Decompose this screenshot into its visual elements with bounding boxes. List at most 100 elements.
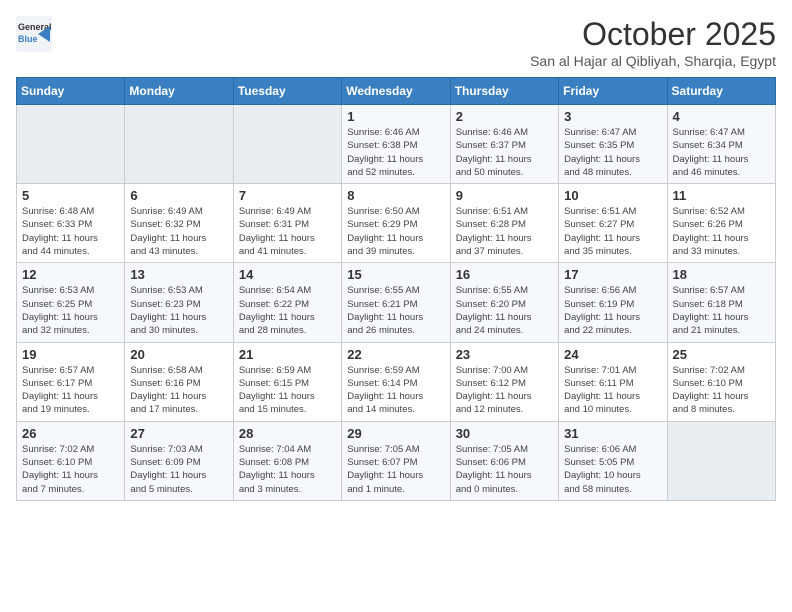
weekday-header-row: SundayMondayTuesdayWednesdayThursdayFrid… — [17, 78, 776, 105]
weekday-header-tuesday: Tuesday — [233, 78, 341, 105]
day-cell: 23Sunrise: 7:00 AM Sunset: 6:12 PM Dayli… — [450, 342, 558, 421]
day-number: 23 — [456, 347, 553, 362]
day-info: Sunrise: 6:49 AM Sunset: 6:31 PM Dayligh… — [239, 205, 336, 258]
day-cell: 29 Sunrise: 7:05 AM Sunset: 6:07 PM Dayli… — [342, 421, 450, 500]
day-number: 19 — [22, 347, 119, 362]
day-info: Sunrise: 6:59 AM Sunset: 6:15 PM Dayligh… — [239, 364, 336, 417]
day-cell: 26 Sunrise: 7:02 AM Sunset: 6:10 PM Dayli… — [17, 421, 125, 500]
week-row-5: 26 Sunrise: 7:02 AM Sunset: 6:10 PM Dayli… — [17, 421, 776, 500]
day-number: 4 — [673, 109, 770, 124]
day-cell: 21 Sunrise: 6:59 AM Sunset: 6:15 PM Dayli… — [233, 342, 341, 421]
day-number: 18 — [673, 267, 770, 282]
day-number: 12 — [22, 267, 119, 282]
week-row-3: 12 Sunrise: 6:53 AM Sunset: 6:25 PM Dayli… — [17, 263, 776, 342]
day-number: 15 — [347, 267, 444, 282]
day-cell: 3 Sunrise: 6:47 AM Sunset: 6:35 PM Daylig… — [559, 105, 667, 184]
weekday-header-thursday: Thursday — [450, 78, 558, 105]
day-cell: 16 Sunrise: 6:55 AM Sunset: 6:20 PM Dayli… — [450, 263, 558, 342]
day-info: Sunrise: 6:55 AM Sunset: 6:20 PM Dayligh… — [456, 284, 553, 337]
day-info: Sunrise: 6:50 AM Sunset: 6:29 PM Dayligh… — [347, 205, 444, 258]
logo-icon: General Blue — [16, 16, 52, 52]
day-cell: 25 Sunrise: 7:02 AM Sunset: 6:10 PM Dayli… — [667, 342, 775, 421]
day-number: 1 — [347, 109, 444, 124]
day-cell: 18Sunrise: 6:57 AM Sunset: 6:18 PM Dayli… — [667, 263, 775, 342]
day-number: 16 — [456, 267, 553, 282]
month-title: October 2025 — [530, 16, 776, 53]
weekday-header-saturday: Saturday — [667, 78, 775, 105]
day-cell — [233, 105, 341, 184]
day-cell: 22 Sunrise: 6:59 AM Sunset: 6:14 PM Dayli… — [342, 342, 450, 421]
day-number: 29 — [347, 426, 444, 441]
weekday-header-wednesday: Wednesday — [342, 78, 450, 105]
header: General Blue October 2025 San al Hajar a… — [16, 16, 776, 69]
day-info: Sunrise: 6:53 AM Sunset: 6:23 PM Dayligh… — [130, 284, 227, 337]
day-info: Sunrise: 6:56 AM Sunset: 6:19 PM Dayligh… — [564, 284, 661, 337]
day-number: 31 — [564, 426, 661, 441]
day-info: Sunrise: 7:05 AM Sunset: 6:06 PM Dayligh… — [456, 443, 553, 496]
day-info: Sunrise: 7:04 AM Sunset: 6:08 PM Dayligh… — [239, 443, 336, 496]
day-info: Sunrise: 6:46 AM Sunset: 6:38 PM Dayligh… — [347, 126, 444, 179]
day-cell: 31 Sunrise: 6:06 AM Sunset: 5:05 PM Dayli… — [559, 421, 667, 500]
day-number: 30 — [456, 426, 553, 441]
day-number: 13 — [130, 267, 227, 282]
day-cell — [125, 105, 233, 184]
week-row-2: 5Sunrise: 6:48 AM Sunset: 6:33 PM Daylig… — [17, 184, 776, 263]
day-cell: 8 Sunrise: 6:50 AM Sunset: 6:29 PM Daylig… — [342, 184, 450, 263]
day-info: Sunrise: 7:02 AM Sunset: 6:10 PM Dayligh… — [22, 443, 119, 496]
day-info: Sunrise: 6:51 AM Sunset: 6:28 PM Dayligh… — [456, 205, 553, 258]
day-number: 17 — [564, 267, 661, 282]
day-number: 3 — [564, 109, 661, 124]
day-info: Sunrise: 6:52 AM Sunset: 6:26 PM Dayligh… — [673, 205, 770, 258]
day-number: 22 — [347, 347, 444, 362]
day-cell — [667, 421, 775, 500]
day-number: 7 — [239, 188, 336, 203]
day-cell: 11Sunrise: 6:52 AM Sunset: 6:26 PM Dayli… — [667, 184, 775, 263]
day-number: 6 — [130, 188, 227, 203]
day-cell: 4Sunrise: 6:47 AM Sunset: 6:34 PM Daylig… — [667, 105, 775, 184]
day-number: 25 — [673, 347, 770, 362]
calendar-table: SundayMondayTuesdayWednesdayThursdayFrid… — [16, 77, 776, 501]
day-info: Sunrise: 6:47 AM Sunset: 6:35 PM Dayligh… — [564, 126, 661, 179]
day-cell: 27Sunrise: 7:03 AM Sunset: 6:09 PM Dayli… — [125, 421, 233, 500]
day-info: Sunrise: 6:06 AM Sunset: 5:05 PM Dayligh… — [564, 443, 661, 496]
day-number: 2 — [456, 109, 553, 124]
day-info: Sunrise: 6:57 AM Sunset: 6:17 PM Dayligh… — [22, 364, 119, 417]
day-cell: 19 Sunrise: 6:57 AM Sunset: 6:17 PM Dayli… — [17, 342, 125, 421]
logo: General Blue — [16, 16, 52, 52]
day-cell: 15 Sunrise: 6:55 AM Sunset: 6:21 PM Dayli… — [342, 263, 450, 342]
day-info: Sunrise: 6:49 AM Sunset: 6:32 PM Dayligh… — [130, 205, 227, 258]
day-info: Sunrise: 6:48 AM Sunset: 6:33 PM Dayligh… — [22, 205, 119, 258]
day-cell — [17, 105, 125, 184]
day-info: Sunrise: 7:02 AM Sunset: 6:10 PM Dayligh… — [673, 364, 770, 417]
day-cell: 13 Sunrise: 6:53 AM Sunset: 6:23 PM Dayli… — [125, 263, 233, 342]
day-cell: 6 Sunrise: 6:49 AM Sunset: 6:32 PM Daylig… — [125, 184, 233, 263]
day-cell: 20 Sunrise: 6:58 AM Sunset: 6:16 PM Dayli… — [125, 342, 233, 421]
day-cell: 12 Sunrise: 6:53 AM Sunset: 6:25 PM Dayli… — [17, 263, 125, 342]
day-number: 28 — [239, 426, 336, 441]
day-cell: 10Sunrise: 6:51 AM Sunset: 6:27 PM Dayli… — [559, 184, 667, 263]
day-number: 21 — [239, 347, 336, 362]
day-info: Sunrise: 6:59 AM Sunset: 6:14 PM Dayligh… — [347, 364, 444, 417]
day-number: 8 — [347, 188, 444, 203]
day-info: Sunrise: 6:54 AM Sunset: 6:22 PM Dayligh… — [239, 284, 336, 337]
day-cell: 30 Sunrise: 7:05 AM Sunset: 6:06 PM Dayli… — [450, 421, 558, 500]
weekday-header-sunday: Sunday — [17, 78, 125, 105]
day-number: 20 — [130, 347, 227, 362]
day-number: 26 — [22, 426, 119, 441]
day-number: 27 — [130, 426, 227, 441]
day-cell: 24Sunrise: 7:01 AM Sunset: 6:11 PM Dayli… — [559, 342, 667, 421]
weekday-header-monday: Monday — [125, 78, 233, 105]
day-number: 9 — [456, 188, 553, 203]
day-info: Sunrise: 6:53 AM Sunset: 6:25 PM Dayligh… — [22, 284, 119, 337]
day-cell: 7 Sunrise: 6:49 AM Sunset: 6:31 PM Daylig… — [233, 184, 341, 263]
day-info: Sunrise: 6:46 AM Sunset: 6:37 PM Dayligh… — [456, 126, 553, 179]
day-info: Sunrise: 7:05 AM Sunset: 6:07 PM Dayligh… — [347, 443, 444, 496]
day-cell: 9 Sunrise: 6:51 AM Sunset: 6:28 PM Daylig… — [450, 184, 558, 263]
day-number: 10 — [564, 188, 661, 203]
day-cell: 17 Sunrise: 6:56 AM Sunset: 6:19 PM Dayli… — [559, 263, 667, 342]
day-info: Sunrise: 6:55 AM Sunset: 6:21 PM Dayligh… — [347, 284, 444, 337]
day-number: 24 — [564, 347, 661, 362]
day-info: Sunrise: 6:58 AM Sunset: 6:16 PM Dayligh… — [130, 364, 227, 417]
day-cell: 28 Sunrise: 7:04 AM Sunset: 6:08 PM Dayli… — [233, 421, 341, 500]
week-row-1: 1 Sunrise: 6:46 AM Sunset: 6:38 PM Daylig… — [17, 105, 776, 184]
